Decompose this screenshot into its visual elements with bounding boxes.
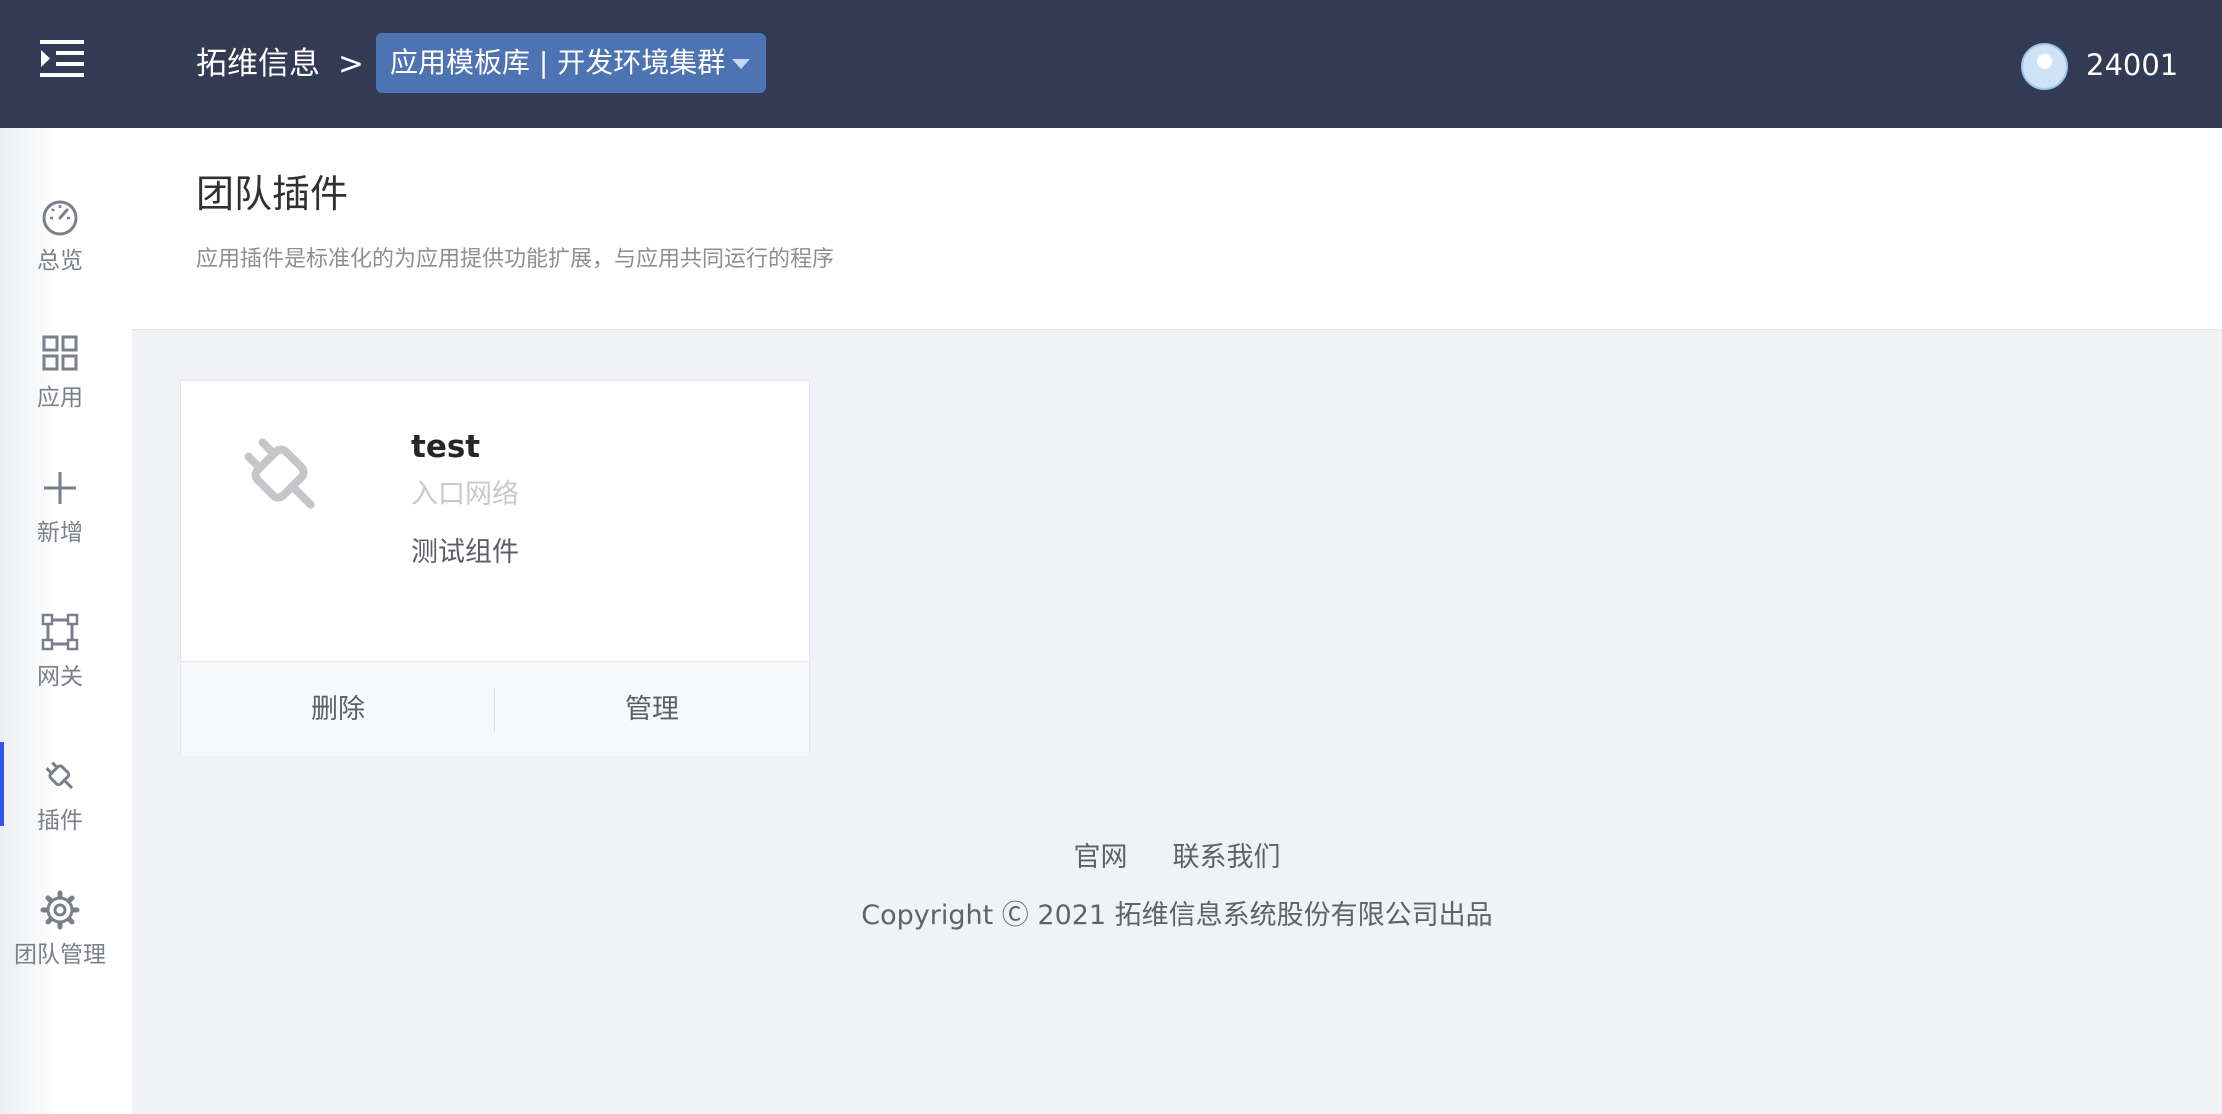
footer-links: 官网 联系我们 xyxy=(132,836,2222,880)
plugin-card[interactable]: test 入口网络 测试组件 删除 管理 xyxy=(180,380,810,756)
sidebar-item-team-management[interactable]: 团队管理 xyxy=(0,890,132,1000)
page-header: 团队插件 应用插件是标准化的为应用提供功能扩展，与应用共同运行的程序 xyxy=(132,128,2222,330)
sidebar-item-label: 新增 xyxy=(37,520,83,546)
sidebar-item-label: 网关 xyxy=(37,664,83,690)
apps-grid-icon xyxy=(42,335,78,371)
sidebar: 总览 应用 新增 网关 插件 团队管理 xyxy=(0,128,132,1114)
copyright: Copyright Ⓒ 2021 拓维信息系统股份有限公司出品 xyxy=(861,900,1493,931)
gear-icon xyxy=(40,890,80,930)
sidebar-item-apps[interactable]: 应用 xyxy=(0,333,132,443)
plugin-icon xyxy=(45,761,74,790)
page-description: 应用插件是标准化的为应用提供功能扩展，与应用共同运行的程序 xyxy=(196,247,835,272)
breadcrumb-enterprise[interactable]: 拓维信息 xyxy=(196,40,320,88)
user-id[interactable]: 24001 xyxy=(2086,41,2178,89)
sidebar-item-add[interactable]: 新增 xyxy=(0,468,132,578)
footer-link-official-site[interactable]: 官网 xyxy=(1073,836,1127,880)
gateway-icon xyxy=(41,613,79,651)
sidebar-item-gateway[interactable]: 网关 xyxy=(0,612,132,722)
sidebar-item-label: 应用 xyxy=(37,385,83,411)
plus-icon xyxy=(44,472,76,504)
manage-plugin-button[interactable]: 管理 xyxy=(495,662,809,757)
caret-down-icon xyxy=(732,59,750,69)
sidebar-item-plugins[interactable]: 插件 xyxy=(0,742,132,866)
team-environment-label: 应用模板库 | 开发环境集群 xyxy=(390,46,726,79)
sidebar-item-label: 团队管理 xyxy=(14,942,106,968)
sidebar-item-label: 总览 xyxy=(37,248,83,274)
plugin-description: 测试组件 xyxy=(411,537,519,568)
breadcrumb-separator: > xyxy=(338,46,364,82)
sidebar-item-overview[interactable]: 总览 xyxy=(0,196,132,306)
delete-plugin-button[interactable]: 删除 xyxy=(181,662,495,757)
top-header: 拓维信息 > 应用模板库 | 开发环境集群 24001 xyxy=(0,0,2222,128)
footer-link-contact[interactable]: 联系我们 xyxy=(1173,836,1281,880)
sidebar-item-label: 插件 xyxy=(37,808,83,834)
plugin-name[interactable]: test xyxy=(411,425,480,469)
dashboard-icon xyxy=(42,200,78,236)
team-environment-select[interactable]: 应用模板库 | 开发环境集群 xyxy=(376,33,766,93)
page-title: 团队插件 xyxy=(196,172,349,216)
plugin-category: 入口网络 xyxy=(411,479,519,510)
plugin-icon xyxy=(244,438,315,509)
avatar[interactable] xyxy=(2021,43,2068,90)
main-content: 团队插件 应用插件是标准化的为应用提供功能扩展，与应用共同运行的程序 test … xyxy=(132,128,2222,1114)
menu-unfold-icon[interactable] xyxy=(38,36,88,82)
card-actions: 删除 管理 xyxy=(181,661,809,756)
